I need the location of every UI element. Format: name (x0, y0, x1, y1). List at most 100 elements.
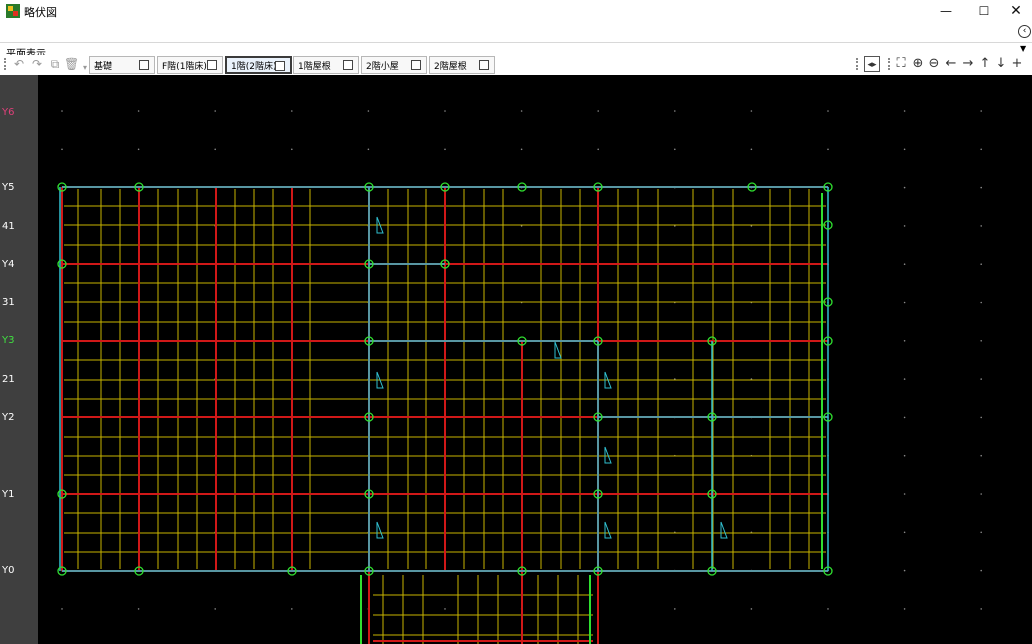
arrow-left-icon[interactable]: ← (943, 56, 959, 72)
floor-tab-checkbox[interactable] (411, 60, 421, 70)
axis-label: Y5 (2, 182, 15, 193)
grid-dot (903, 608, 906, 610)
grid-dot (980, 186, 982, 189)
floor-tab-checkbox[interactable] (275, 61, 285, 71)
grid-dot (903, 454, 906, 457)
toolbar-grip[interactable] (888, 58, 891, 70)
axis-label: 31 (2, 297, 15, 308)
grid-dot (980, 531, 982, 534)
grid-dot (444, 110, 446, 112)
axis-label: Y4 (2, 259, 15, 270)
arrow-up-icon[interactable]: ↑ (977, 56, 993, 72)
delete-icon[interactable]: 🗑 (64, 57, 79, 71)
grid-dot (980, 378, 982, 380)
grid-dot (137, 110, 140, 112)
grid-dot (827, 110, 829, 112)
split-icon[interactable]: ◂▸ (864, 56, 880, 72)
grid-dot (903, 263, 906, 265)
grid-dot (903, 110, 906, 112)
grid-dot (520, 110, 523, 112)
grid-dot (980, 569, 982, 572)
grid-dot (903, 225, 906, 227)
grid-dot (291, 148, 293, 151)
grid-dot (520, 148, 523, 151)
grid-dot (214, 608, 216, 610)
floor-tab[interactable]: 1階(2階床) (225, 56, 292, 74)
grid-dot (980, 110, 982, 112)
grid-dot (444, 608, 446, 610)
grid-dot (61, 148, 63, 151)
chevron-left-icon[interactable]: ‹ (1018, 25, 1031, 38)
axis-label: Y6 (2, 107, 15, 118)
plan-canvas[interactable] (38, 75, 1032, 644)
floor-tab[interactable]: 2階小屋 (361, 56, 427, 74)
brace-mark (376, 521, 384, 539)
brace-mark (604, 446, 612, 464)
grid-dot (903, 148, 906, 151)
floor-tab-checkbox[interactable] (343, 60, 353, 70)
grid-dot (61, 608, 63, 610)
minimize-button[interactable]: — (928, 0, 964, 22)
grid-dot (597, 148, 599, 151)
grid-dot (444, 148, 446, 151)
undo-icon[interactable]: ↶ (12, 57, 26, 71)
floor-tab-label: 2階屋根 (434, 61, 467, 72)
redo-icon[interactable]: ↷ (30, 57, 44, 71)
grid-dot (291, 110, 293, 112)
floor-tab[interactable]: 1階屋根 (293, 56, 359, 74)
grid-dot (903, 340, 906, 342)
floor-tab-label: 基礎 (94, 61, 113, 72)
floor-tab-checkbox[interactable] (479, 60, 489, 70)
grid-dot (980, 454, 982, 457)
grid-dot (903, 186, 906, 189)
ribbon-dropdown-icon[interactable]: ▼ (1020, 44, 1026, 53)
zoom-in-icon[interactable]: ⊕ (910, 56, 926, 72)
grid-dot (367, 110, 370, 112)
zoom-out-icon[interactable]: ⊖ (926, 56, 942, 72)
grid-dot (903, 416, 906, 419)
grid-dot (750, 110, 753, 112)
grid-dot (980, 608, 982, 610)
grid-dot (980, 225, 982, 227)
toolbar: ↶ ↷ ⧉ 🗑 ▾ 基礎 F階(1階床) 1階(2階床) 1階屋根 2階小屋 2階屋根 ◂… (0, 55, 1032, 74)
copy-icon[interactable]: ⧉ (48, 57, 62, 71)
axis-label: Y0 (2, 565, 15, 576)
grid-dot (980, 148, 982, 151)
plus-icon[interactable]: + (1009, 56, 1025, 72)
floor-tab[interactable]: 2階屋根 (429, 56, 495, 74)
maximize-button[interactable]: ☐ (966, 0, 1002, 22)
grid-dot (674, 110, 676, 112)
grid-dot (980, 263, 982, 265)
floor-tab-label: 1階屋根 (298, 61, 331, 72)
floor-tab-checkbox[interactable] (139, 60, 149, 70)
axis-label: Y3 (2, 335, 15, 346)
brace-mark (720, 521, 728, 539)
floor-tab[interactable]: 基礎 (89, 56, 155, 74)
floor-tab[interactable]: F階(1階床) (157, 56, 223, 74)
grid-dot (61, 110, 63, 112)
fit-icon[interactable]: ⛶ (893, 56, 909, 72)
grid-dot (827, 608, 829, 610)
grid-dot (980, 416, 982, 419)
separator (0, 42, 1032, 43)
app-icon (6, 4, 20, 18)
toolbar-grip[interactable] (4, 58, 7, 70)
axis-label: 41 (2, 221, 15, 232)
floor-tab-label: F階(1階床) (162, 61, 207, 72)
grid-dot (903, 493, 906, 495)
arrow-down-icon[interactable]: ↓ (993, 56, 1009, 72)
toolbar-grip[interactable] (856, 58, 859, 70)
floor-tab-checkbox[interactable] (207, 60, 217, 70)
grid-dot (674, 608, 676, 610)
arrow-right-icon[interactable]: → (960, 56, 976, 72)
axis-label: 21 (2, 374, 15, 385)
axis-label: Y1 (2, 489, 15, 500)
grid-dot (980, 493, 982, 495)
grid-dot (903, 378, 906, 380)
grid-dot (367, 148, 370, 151)
close-button[interactable]: ✕ (998, 0, 1032, 22)
grid-dot (291, 608, 293, 610)
floor-tab-label: 2階小屋 (366, 61, 399, 72)
grid-dot (214, 110, 216, 112)
brace-mark (604, 521, 612, 539)
